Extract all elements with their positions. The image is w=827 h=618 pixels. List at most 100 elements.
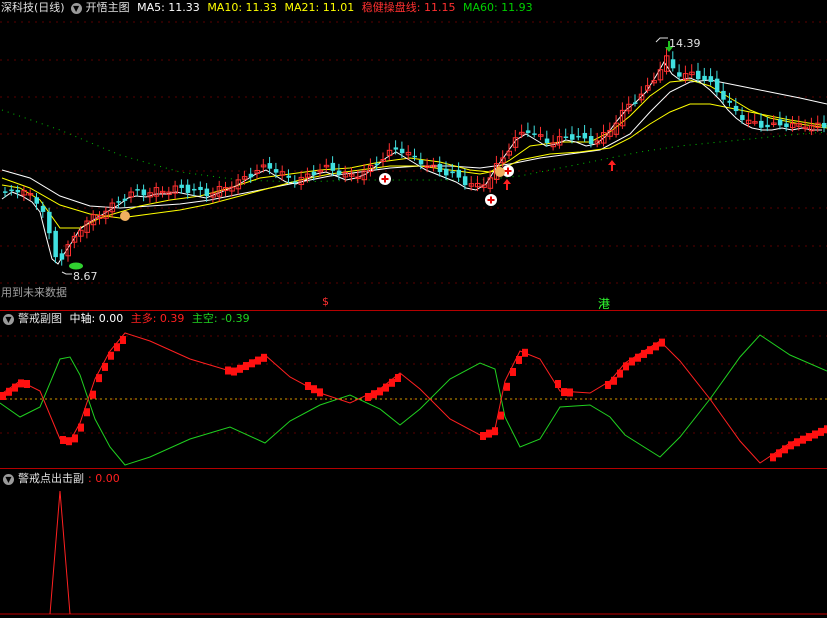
zhuduo-step-0 bbox=[0, 392, 6, 400]
zhuduo-step-8 bbox=[78, 423, 84, 432]
strike-signal-chart[interactable] bbox=[0, 469, 827, 618]
zhuduo-step-4 bbox=[24, 380, 30, 388]
main-indicator-name[interactable]: 开悟主图 bbox=[86, 1, 130, 14]
candle-body-42 bbox=[267, 163, 273, 169]
zhuduo-step-40 bbox=[555, 380, 561, 388]
zhuduo-step-61 bbox=[818, 427, 824, 436]
zhuduo-step-48 bbox=[635, 353, 641, 362]
sub2-header: ▼ 警戒点出击副 : 0.00 bbox=[0, 471, 124, 487]
candle-body-123 bbox=[777, 119, 783, 126]
candle-body-46 bbox=[292, 181, 298, 184]
candle-body-21 bbox=[135, 189, 140, 191]
chevron-down-icon[interactable]: ▼ bbox=[3, 473, 14, 485]
candle-body-52 bbox=[330, 162, 336, 171]
candle-body-130 bbox=[822, 122, 827, 128]
sub1-title[interactable]: 警戒副图 bbox=[18, 312, 62, 325]
zhuduo-step-29 bbox=[383, 383, 389, 392]
zhuduo-step-41 bbox=[561, 388, 567, 397]
zhuduo-step-1 bbox=[6, 387, 12, 396]
zhuduo-step-13 bbox=[108, 351, 114, 360]
zhuduo-step-23 bbox=[305, 382, 311, 390]
zhuduo-step-42 bbox=[567, 388, 573, 397]
low-signal-icon bbox=[69, 262, 83, 270]
candle-body-63 bbox=[399, 148, 405, 154]
ma21-line bbox=[1, 103, 827, 219]
candle-body-2 bbox=[15, 189, 21, 193]
candle-body-45 bbox=[286, 175, 291, 178]
sub2-title[interactable]: 警戒点出击副 bbox=[18, 472, 84, 485]
hand-signal-icon-2 bbox=[495, 167, 505, 177]
zhuduo-step-28 bbox=[377, 387, 383, 396]
candle-body-39 bbox=[248, 173, 254, 178]
zhuduo-step-16 bbox=[225, 366, 231, 375]
strike-sub-pane[interactable]: ▼ 警戒点出击副 : 0.00 bbox=[0, 469, 827, 618]
candle-body-43 bbox=[273, 169, 279, 173]
zhuduo-step-45 bbox=[617, 369, 623, 378]
candle-body-89 bbox=[563, 136, 569, 139]
candle-body-30 bbox=[192, 188, 197, 191]
zhuduo-step-5 bbox=[60, 436, 66, 444]
candle-body-107 bbox=[677, 72, 682, 77]
candle-body-100 bbox=[633, 102, 638, 104]
zhuduo-step-20 bbox=[249, 359, 255, 368]
ma60-label: MA60: 11.93 bbox=[462, 1, 533, 14]
candle-body-29 bbox=[185, 184, 191, 193]
zhuduo-step-18 bbox=[237, 364, 243, 373]
candle-body-91 bbox=[576, 135, 581, 138]
zhuduo-step-46 bbox=[623, 362, 629, 371]
zhuduo-step-38 bbox=[516, 356, 522, 364]
zhuduo-step-30 bbox=[389, 378, 395, 387]
zhongzhou-label: 中轴: 0.00 bbox=[69, 312, 124, 325]
zhuduo-step-6 bbox=[66, 437, 72, 446]
candle-body-28 bbox=[179, 184, 184, 188]
up-arrow-icon-1 bbox=[503, 179, 511, 190]
zhuduo-step-21 bbox=[255, 356, 261, 365]
zhuduo-step-51 bbox=[653, 342, 659, 351]
ma21-white-line bbox=[1, 79, 827, 209]
sub2-value: : 0.00 bbox=[88, 472, 120, 485]
zhuduo-step-12 bbox=[102, 362, 108, 371]
up-arrow-icon-2 bbox=[608, 160, 616, 171]
steady-line-label: 稳健操盘线: 11.15 bbox=[361, 1, 456, 14]
price-high-label: 14.39 bbox=[669, 37, 701, 50]
zhuduo-step-9 bbox=[84, 408, 90, 417]
candle-body-18 bbox=[116, 201, 121, 203]
zhuduo-step-60 bbox=[812, 430, 818, 439]
zhuduo-label: 主多: 0.39 bbox=[130, 312, 185, 325]
zhuduo-step-19 bbox=[243, 362, 249, 371]
candle-body-65 bbox=[412, 155, 417, 158]
candle-body-69 bbox=[437, 163, 443, 173]
zhuduo-step-35 bbox=[498, 411, 504, 420]
candle-body-124 bbox=[784, 123, 789, 128]
stock-title[interactable]: 深科技(日线) bbox=[1, 1, 65, 14]
zhuduo-step-33 bbox=[486, 429, 492, 438]
hand-signal-icon-1 bbox=[120, 211, 130, 221]
candle-body-115 bbox=[727, 100, 732, 103]
candle-body-93 bbox=[588, 136, 594, 145]
zhuduo-step-24 bbox=[311, 385, 317, 394]
candle-body-92 bbox=[582, 132, 588, 139]
zhuduo-step-44 bbox=[611, 376, 617, 385]
zhuduo-step-49 bbox=[641, 349, 647, 358]
candle-body-121 bbox=[765, 124, 770, 128]
main-header: 深科技(日线) ▼ 开悟主图 MA5: 11.33 MA10: 11.33 MA21… bbox=[0, 0, 537, 16]
candle-body-0 bbox=[3, 191, 8, 193]
candle-body-86 bbox=[544, 138, 550, 143]
warning-line-chart[interactable] bbox=[0, 311, 827, 468]
candlestick-chart[interactable] bbox=[0, 0, 827, 310]
zhuduo-step-31 bbox=[395, 374, 401, 382]
zhuduo-step-17 bbox=[231, 367, 237, 376]
event-mark-red[interactable]: $ bbox=[322, 295, 329, 308]
zhuduo-step-57 bbox=[794, 438, 800, 447]
chevron-down-icon[interactable]: ▼ bbox=[70, 2, 82, 14]
main-chart-pane[interactable]: 深科技(日线) ▼ 开悟主图 MA5: 11.33 MA10: 11.33 MA21… bbox=[0, 0, 827, 311]
zhuduo-step-32 bbox=[480, 432, 486, 440]
zhuduo-step-37 bbox=[510, 368, 516, 376]
candle-body-32 bbox=[204, 188, 210, 197]
warning-sub-pane[interactable]: ▼ 警戒副图 中轴: 0.00 主多: 0.39 主空: -0.39 bbox=[0, 311, 827, 468]
candle-body-84 bbox=[532, 133, 537, 135]
zhuduo-step-50 bbox=[647, 346, 653, 355]
price-pointer-lines bbox=[61, 37, 668, 275]
ma5-line bbox=[1, 61, 822, 265]
chevron-down-icon[interactable]: ▼ bbox=[3, 313, 14, 325]
